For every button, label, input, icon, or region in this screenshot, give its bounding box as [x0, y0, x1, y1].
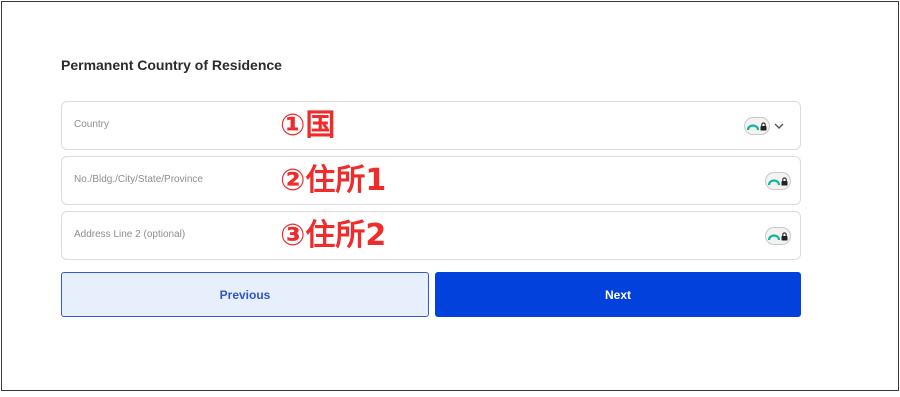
- annotation-address1: ②住所1: [280, 163, 387, 198]
- country-placeholder: Country: [74, 119, 110, 130]
- previous-button[interactable]: Previous: [61, 272, 429, 317]
- annotation-country: ①国: [280, 108, 336, 143]
- annotation-address2: ③住所2: [280, 218, 387, 253]
- password-manager-icon[interactable]: [744, 117, 770, 135]
- address-line1-placeholder: No./Bldg./City/State/Province: [74, 174, 203, 185]
- form-frame: Permanent Country of Residence Country ①…: [1, 1, 899, 391]
- password-manager-icon[interactable]: [765, 227, 791, 245]
- next-button[interactable]: Next: [435, 272, 801, 317]
- chevron-down-icon[interactable]: [773, 117, 785, 135]
- address-line2-placeholder: Address Line 2 (optional): [74, 229, 186, 240]
- address-line1-input[interactable]: No./Bldg./City/State/Province ②住所1: [61, 156, 801, 205]
- address-line2-input[interactable]: Address Line 2 (optional) ③住所2: [61, 211, 801, 260]
- country-select[interactable]: Country ①国: [61, 101, 801, 150]
- password-manager-icon[interactable]: [765, 172, 791, 190]
- section-title: Permanent Country of Residence: [61, 57, 282, 73]
